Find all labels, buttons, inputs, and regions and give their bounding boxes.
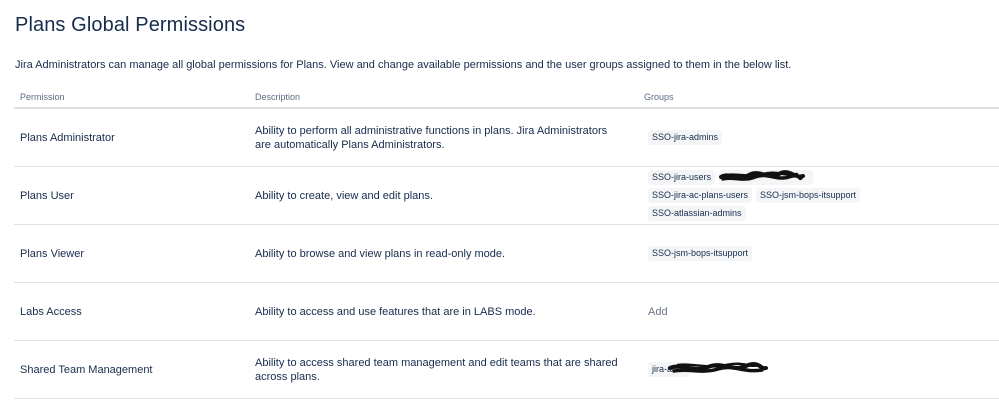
table-row: Plans User Ability to create, view and e…	[14, 166, 999, 225]
page-intro-text: Jira Administrators can manage all globa…	[15, 59, 792, 71]
group-list: SSO-jira-admins	[648, 130, 918, 145]
group-lozenge[interactable]: SSO-jira-admins	[648, 130, 723, 145]
permission-name: Plans User	[14, 166, 249, 225]
group-lozenge[interactable]: SSO-jira-ac-plans-users	[648, 188, 753, 203]
group-list: jira-adm	[648, 362, 918, 377]
permission-name: Shared Team Management	[14, 340, 249, 399]
group-lozenge-redacted[interactable]	[719, 170, 814, 185]
group-list: SSO-jira-users SSO-jira-ac-plans-users S…	[648, 170, 918, 221]
redaction-scribble-icon	[719, 170, 806, 181]
group-lozenge-redacted[interactable]: jira-adm	[648, 362, 768, 377]
table-row: Plans Viewer Ability to browse and view …	[14, 224, 999, 283]
group-lozenge[interactable]: SSO-atlassian-admins	[648, 206, 746, 221]
permission-description: Ability to create, view and edit plans.	[249, 166, 638, 225]
description-text: Ability to access and use features that …	[255, 305, 536, 318]
group-lozenge[interactable]: SSO-jira-users	[648, 170, 716, 185]
permission-groups: SSO-jira-users SSO-jira-ac-plans-users S…	[638, 166, 999, 225]
header-permission: Permission	[14, 86, 249, 109]
add-group-link[interactable]: Add	[648, 306, 668, 318]
permission-name: Plans Administrator	[14, 108, 249, 167]
table-row: Plans Administrator Ability to perform a…	[14, 108, 999, 167]
permission-name: Plans Viewer	[14, 224, 249, 283]
permission-name: Labs Access	[14, 282, 249, 341]
permission-groups: SSO-jsm-bops-itsupport	[638, 224, 999, 283]
plans-global-permissions-page: Plans Global Permissions Jira Administra…	[0, 0, 999, 403]
description-text: Ability to create, view and edit plans.	[255, 189, 433, 202]
table-header-row: Permission Description Groups	[14, 86, 999, 109]
description-text: Ability to perform all administrative fu…	[255, 124, 608, 151]
description-text: Ability to access shared team management…	[255, 356, 618, 383]
permissions-table: Permission Description Groups Plans Admi…	[14, 86, 999, 399]
permission-description: Ability to perform all administrative fu…	[249, 108, 638, 167]
group-lozenge[interactable]: SSO-jsm-bops-itsupport	[648, 246, 753, 261]
redaction-scribble-icon	[668, 362, 768, 373]
header-description: Description	[249, 86, 638, 109]
permission-groups: Add	[638, 282, 999, 341]
permission-groups: SSO-jira-admins	[638, 108, 999, 167]
permission-description: Ability to access shared team management…	[249, 340, 638, 399]
group-list: SSO-jsm-bops-itsupport	[648, 246, 918, 261]
permission-groups: jira-adm	[638, 340, 999, 399]
permission-description: Ability to access and use features that …	[249, 282, 638, 341]
page-title: Plans Global Permissions	[15, 14, 246, 36]
description-text: Ability to browse and view plans in read…	[255, 247, 506, 260]
table-row: Shared Team Management Ability to access…	[14, 340, 999, 399]
table-row: Labs Access Ability to access and use fe…	[14, 282, 999, 341]
group-lozenge[interactable]: SSO-jsm-bops-itsupport	[756, 188, 861, 203]
header-groups: Groups	[638, 86, 999, 109]
permission-description: Ability to browse and view plans in read…	[249, 224, 638, 283]
